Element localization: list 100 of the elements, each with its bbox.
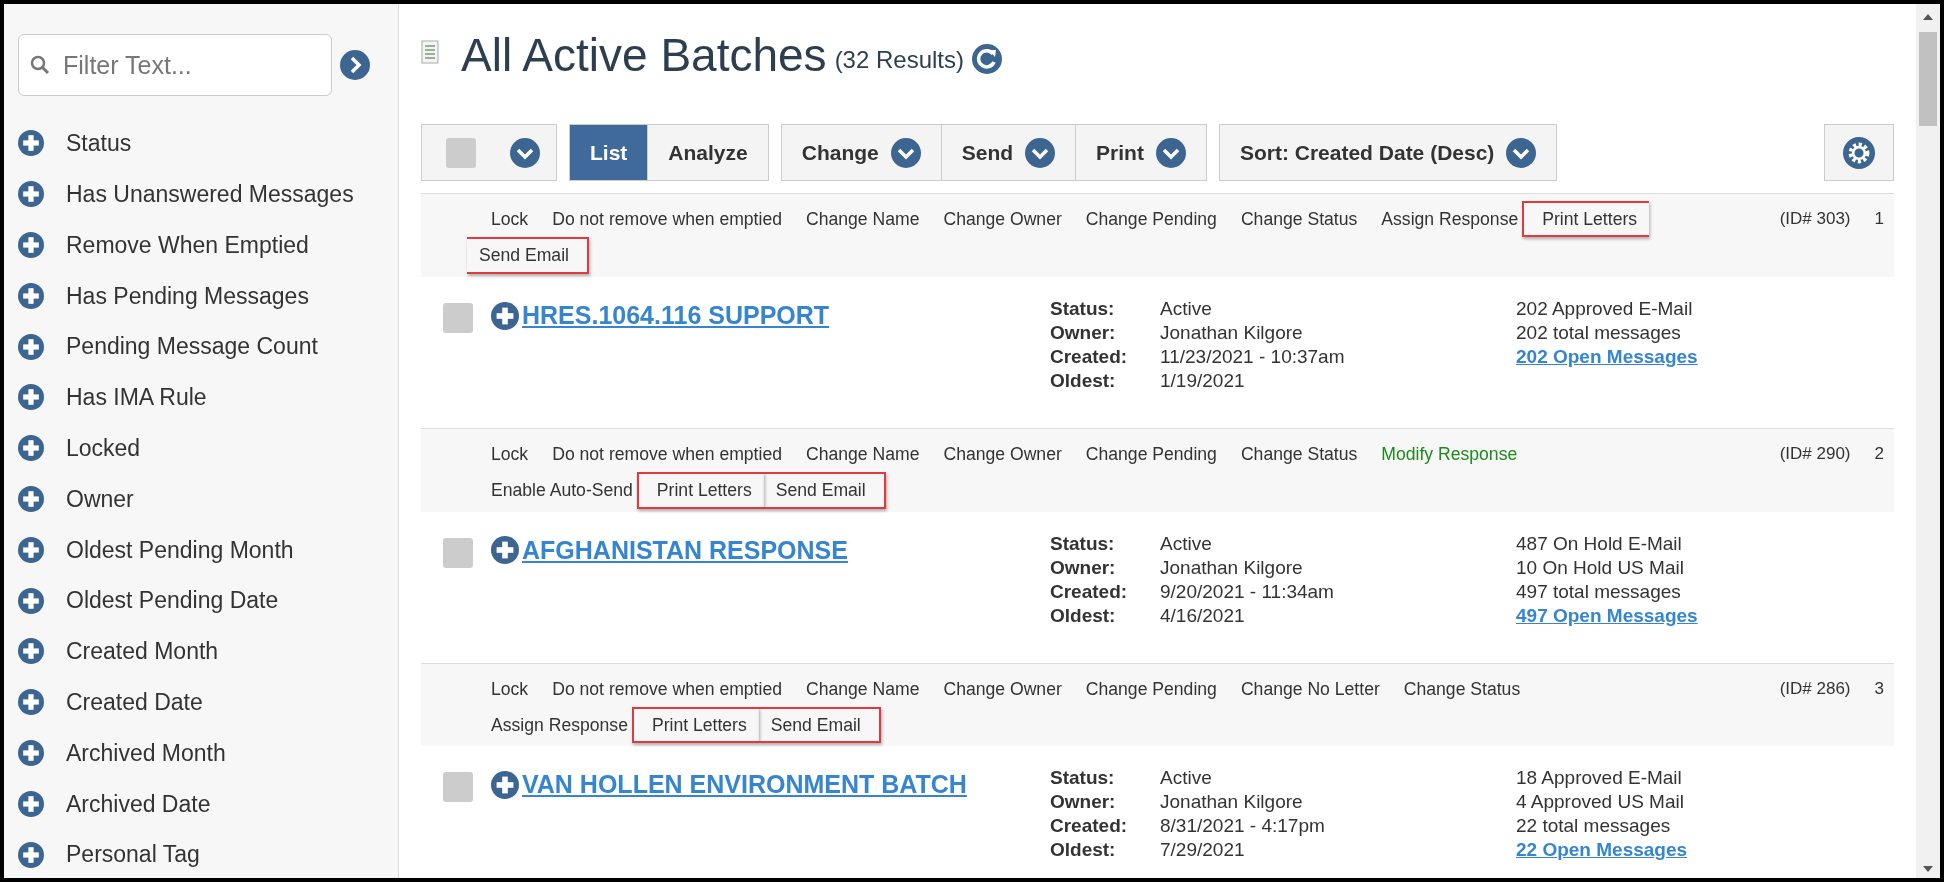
expand-plus-icon[interactable] (18, 130, 44, 157)
action-link[interactable]: Change Name (806, 206, 920, 233)
action-link[interactable]: Change Pending (1085, 206, 1217, 233)
refresh-icon[interactable] (972, 44, 1002, 74)
menu-dropdown[interactable]: Send (941, 125, 1077, 180)
expand-plus-icon[interactable] (18, 232, 44, 258)
select-all-checkbox[interactable] (446, 137, 476, 168)
filter-item[interactable]: Remove When Emptied (66, 227, 309, 263)
sort-dropdown[interactable]: Sort: Created Date (Desc) (1219, 125, 1557, 180)
action-link[interactable]: Change Name (806, 440, 920, 468)
batch-id: (ID# 286) (1779, 677, 1851, 700)
detail-value: Active (1160, 766, 1212, 791)
open-messages-link[interactable]: 22 Open Messages (1516, 839, 1688, 861)
dropdown-icon (1155, 137, 1186, 168)
row-checkbox[interactable] (443, 302, 473, 333)
expand-plus-icon[interactable] (18, 435, 44, 462)
expand-plus-icon[interactable] (18, 181, 44, 208)
filter-item[interactable]: Has IMA Rule (66, 380, 207, 415)
expand-plus-icon[interactable] (18, 790, 44, 817)
action-link[interactable]: Print Letters (1522, 201, 1650, 238)
open-messages-link[interactable]: 497 Open Messages (1516, 604, 1698, 626)
filter-item[interactable]: Created Date (66, 684, 203, 720)
scroll-up-icon[interactable] (1922, 12, 1934, 22)
expand-plus-icon[interactable] (18, 689, 44, 716)
filter-field[interactable]: Filter Text... (18, 34, 332, 96)
detail-label: Status: (1050, 531, 1116, 556)
filter-item[interactable]: Pending Message Count (66, 329, 318, 364)
batch-name-link[interactable]: VAN HOLLEN ENVIRONMENT BATCH (522, 766, 967, 804)
action-link[interactable]: Lock (491, 206, 529, 233)
detail-value: 1/19/2021 (1160, 368, 1245, 393)
open-messages-link[interactable]: 202 Open Messages (1516, 345, 1698, 367)
action-link[interactable]: Change Owner (943, 440, 1062, 468)
detail-label: Created: (1050, 344, 1129, 369)
action-link[interactable]: Lock (491, 675, 529, 702)
action-link[interactable]: Change Status (1240, 440, 1358, 468)
filter-item[interactable]: Created Month (66, 634, 219, 669)
action-link[interactable]: Send Email (763, 472, 886, 509)
action-link[interactable]: Change No Letter (1240, 675, 1380, 702)
detail-label: Created: (1050, 579, 1129, 604)
filter-item[interactable]: Archived Month (66, 735, 226, 771)
filter-item[interactable]: Status (66, 126, 132, 161)
expand-plus-icon[interactable] (18, 638, 44, 665)
action-link[interactable]: Lock (491, 440, 529, 468)
filter-item[interactable]: Locked (66, 430, 141, 466)
detail-value: 7/29/2021 (1160, 838, 1245, 863)
filter-item[interactable]: Has Unanswered Messages (66, 176, 354, 212)
action-link[interactable]: Send Email (758, 706, 881, 744)
action-link[interactable]: Change Pending (1085, 440, 1217, 468)
expand-plus-icon[interactable] (491, 536, 519, 565)
scroll-down-icon[interactable] (1922, 864, 1934, 874)
action-link[interactable]: Change Name (806, 675, 920, 702)
action-link[interactable]: Do not remove when emptied (552, 440, 782, 468)
filter-item[interactable]: Owner (66, 481, 134, 517)
result-count: (32 Results) (834, 45, 964, 75)
expand-plus-icon[interactable] (18, 282, 44, 309)
detail-value: Jonathan Kilgore (1160, 555, 1303, 580)
filter-item[interactable]: Archived Date (66, 786, 211, 821)
expand-plus-icon[interactable] (18, 841, 44, 868)
menu-dropdown[interactable]: Change (781, 125, 942, 180)
expand-plus-icon[interactable] (18, 739, 44, 766)
batch-number: 2 (1874, 442, 1884, 465)
expand-plus-icon[interactable] (18, 587, 44, 614)
scrollbar-thumb[interactable] (1919, 32, 1937, 126)
action-link[interactable]: Change Owner (943, 206, 1062, 233)
message-count: 18 Approved E-Mail (1516, 766, 1683, 791)
expand-plus-icon[interactable] (491, 301, 519, 330)
action-link[interactable]: Print Letters (636, 472, 764, 509)
batch-name-link[interactable]: AFGHANISTAN RESPONSE (522, 531, 848, 570)
batch-name-link[interactable]: HRES.1064.116 SUPPORT (522, 296, 830, 335)
filter-item[interactable]: Oldest Pending Month (66, 532, 294, 567)
expand-plus-icon[interactable] (18, 333, 44, 360)
view-tab[interactable]: List (570, 125, 649, 180)
action-link[interactable]: Change Status (1240, 206, 1358, 233)
action-link[interactable]: Do not remove when emptied (552, 206, 782, 233)
detail-value: Jonathan Kilgore (1160, 790, 1303, 815)
action-link[interactable]: Send Email (467, 237, 589, 274)
message-count: 497 total messages (1516, 579, 1682, 604)
action-link[interactable]: Change Status (1403, 675, 1521, 702)
batch-number: 3 (1874, 677, 1884, 700)
expand-plus-icon[interactable] (18, 536, 44, 563)
action-link[interactable]: Do not remove when emptied (552, 675, 782, 702)
scrollbar[interactable] (1916, 4, 1940, 878)
row-checkbox[interactable] (443, 537, 473, 568)
batch-id: (ID# 303) (1779, 208, 1851, 230)
action-link[interactable]: Enable Auto-Send (491, 477, 633, 504)
action-link[interactable]: Change Pending (1085, 675, 1217, 702)
row-checkbox[interactable] (443, 772, 473, 803)
action-link[interactable]: Modify Response (1381, 440, 1518, 468)
view-tab[interactable]: Analyze (648, 125, 768, 180)
filter-item[interactable]: Has Pending Messages (66, 278, 309, 314)
expand-plus-icon[interactable] (491, 771, 519, 800)
filter-item[interactable]: Personal Tag (66, 837, 200, 872)
action-link[interactable]: Assign Response (1381, 206, 1519, 233)
expand-plus-icon[interactable] (18, 384, 44, 411)
action-link[interactable]: Print Letters (631, 706, 759, 744)
expand-plus-icon[interactable] (18, 485, 44, 512)
filter-item[interactable]: Oldest Pending Date (66, 583, 279, 618)
action-link[interactable]: Change Owner (943, 675, 1062, 702)
menu-dropdown[interactable]: Print (1076, 125, 1206, 180)
action-link[interactable]: Assign Response (491, 711, 628, 739)
